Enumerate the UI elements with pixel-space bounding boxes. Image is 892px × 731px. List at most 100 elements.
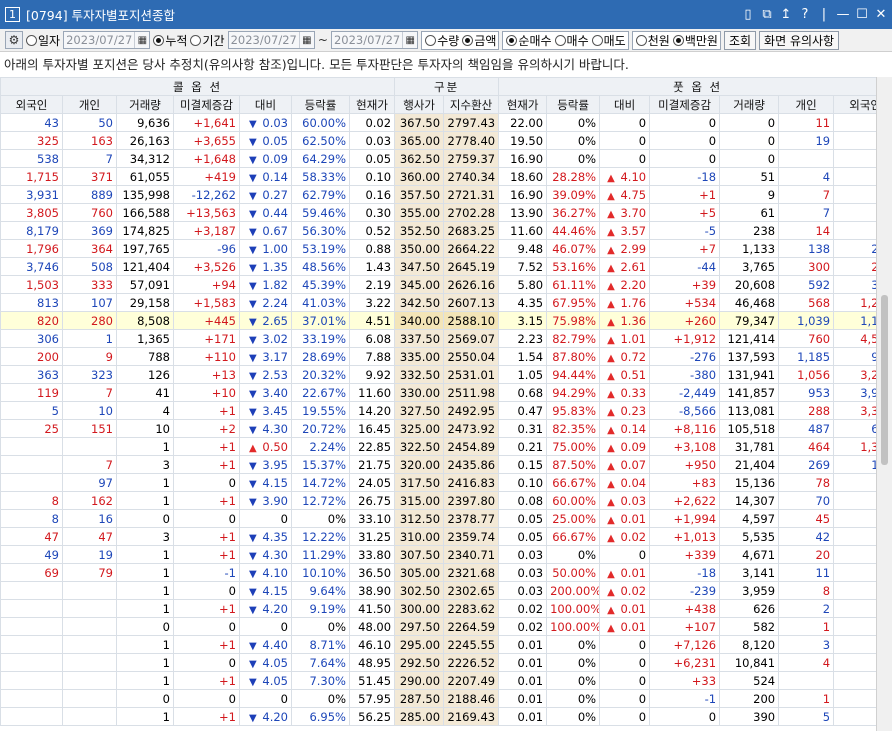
column-header[interactable]: 미결제증감 [649, 95, 721, 114]
table-row[interactable]: 3,746 508 121,404 +3,526 ▼ 1.35 48.56% 1.43 347.… [0, 257, 892, 276]
strike-price-cell: 362.50 [394, 149, 445, 168]
table-row[interactable]: 47 47 3 +1 ▼ 4.35 12.22% 31.25 310.00 2359.74 0.05… [0, 527, 892, 546]
change-value: 2.24 [262, 295, 288, 310]
down-arrow-icon: ▼ [249, 190, 257, 202]
call-rate-cell: 10.10% [291, 563, 350, 582]
table-row[interactable]: 49 19 1 +1 ▼ 4.30 11.29% 33.80 307.50 2340.71 0.03… [0, 545, 892, 564]
vertical-scrollbar[interactable] [876, 77, 892, 731]
radio-cheonwon[interactable]: 천원 [635, 32, 670, 49]
table-row[interactable]: 1 +1 ▼ 4.40 8.71% 46.10 295.00 2245.55 0.01 0% 0 +7… [0, 635, 892, 654]
call-change-cell: ▼ 1.00 [239, 239, 292, 258]
put-rate-cell: 0% [546, 131, 601, 150]
table-row[interactable]: 1,503 333 57,091 +94 ▼ 1.82 45.39% 2.19 345.00 26… [0, 275, 892, 294]
radio-gigan[interactable]: 기간 [190, 32, 225, 49]
radio-suryang[interactable]: 수량 [425, 32, 459, 49]
table-row[interactable]: 1 +1 ▼ 4.20 6.95% 56.25 285.00 2169.43 0.01 0% 0 0 3… [0, 707, 892, 726]
table-row[interactable]: 1 +1 ▼ 4.20 9.19% 41.50 300.00 2283.62 0.02 100.0… [0, 599, 892, 618]
column-header[interactable]: 거래량 [719, 95, 780, 114]
put-volume-cell: 31,781 [719, 437, 780, 456]
table-row[interactable]: 8 162 1 +1 ▼ 3.90 12.72% 26.75 315.00 2397.80 0.08… [0, 491, 892, 510]
column-header[interactable]: 지수환산 [443, 95, 500, 114]
put-oi-change-cell: +2,622 [649, 491, 721, 510]
table-row[interactable]: 813 107 29,158 +1,583 ▼ 2.24 41.03% 3.22 342.50 2… [0, 293, 892, 312]
help-icon[interactable]: ? [798, 7, 812, 22]
table-row[interactable]: 43 50 9,636 +1,641 ▼ 0.03 60.00% 0.02 367.50 2797… [0, 113, 892, 132]
call-oi-change-cell: 0 [173, 689, 240, 708]
date-input-2[interactable]: 2023/07/27 ▦ [227, 31, 315, 49]
column-header[interactable]: 개인 [778, 95, 835, 114]
column-header[interactable]: 현재가 [498, 95, 548, 114]
radio-ilja[interactable]: 일자 [26, 32, 60, 49]
table-row[interactable]: 200 9 788 +110 ▼ 3.17 28.69% 7.88 335.00 2550.04 1… [0, 347, 892, 366]
table-row[interactable]: 119 7 41 +10 ▼ 3.40 22.67% 11.60 330.00 2511.98 0.… [0, 383, 892, 402]
column-header[interactable]: 대비 [239, 95, 292, 114]
table-row[interactable]: 69 79 1 -1 ▼ 4.10 10.10% 36.50 305.00 2321.68 0.03… [0, 563, 892, 582]
call-price-cell: 33.10 [348, 509, 396, 528]
radio-geumaek[interactable]: 금액 [462, 32, 496, 49]
radio-maesu[interactable]: 매수 [554, 32, 589, 49]
strike-price-cell: 302.50 [394, 581, 445, 600]
put-oi-change-cell: -276 [649, 347, 721, 366]
settings-button[interactable]: ⚙ [5, 31, 23, 49]
table-row[interactable]: 1 +1 ▼ 4.05 7.30% 51.45 290.00 2207.49 0.01 0% 0 +3… [0, 671, 892, 690]
column-header[interactable]: 미결제증감 [173, 95, 240, 114]
table-row[interactable]: 1 +1 ▲ 0.50 2.24% 22.85 322.50 2454.89 0.21 75.00… [0, 437, 892, 456]
strike-price-cell: 352.50 [394, 221, 445, 240]
date-input-1[interactable]: 2023/07/27 ▦ [63, 31, 151, 49]
put-volume-cell: 3,765 [719, 257, 780, 276]
table-row[interactable]: 1,715 371 61,055 +419 ▼ 0.14 58.33% 0.10 360.00 2… [0, 167, 892, 186]
column-header[interactable]: 등락률 [291, 95, 350, 114]
table-row[interactable]: 97 1 0 ▼ 4.15 14.72% 24.05 317.50 2416.83 0.10 66.… [0, 473, 892, 492]
table-row[interactable]: 325 163 26,163 +3,655 ▼ 0.05 62.50% 0.03 365.00 2… [0, 131, 892, 150]
call-individual-cell: 107 [62, 293, 117, 312]
column-header[interactable]: 대비 [599, 95, 651, 114]
column-header[interactable]: 현재가 [348, 95, 396, 114]
new-window-icon[interactable]: ⧉ [760, 7, 774, 22]
column-header[interactable]: 행사가 [394, 95, 445, 114]
column-header[interactable]: 거래량 [116, 95, 174, 114]
calendar-icon[interactable]: ▦ [298, 32, 314, 48]
put-change-cell: ▲ 1.36 [599, 311, 651, 330]
radio-nujeok[interactable]: 누적 [153, 32, 187, 49]
table-row[interactable]: 8 16 0 0 0 0% 33.10 312.50 2378.77 0.05 25.00% ▲ 0.0… [0, 509, 892, 528]
column-header[interactable]: 외국인 [0, 95, 63, 114]
minimize-icon[interactable]: — [836, 7, 850, 22]
table-row[interactable]: 306 1 1,365 +171 ▼ 3.02 33.19% 6.08 337.50 2569.0… [0, 329, 892, 348]
table-row[interactable]: 5 10 4 +1 ▼ 3.45 19.55% 14.20 327.50 2492.95 0.47 9… [0, 401, 892, 420]
table-row[interactable]: 3,805 760 166,588 +13,563 ▼ 0.44 59.46% 0.30 355… [0, 203, 892, 222]
table-row[interactable]: 1,796 364 197,765 -96 ▼ 1.00 53.19% 0.88 350.00 2… [0, 239, 892, 258]
help-notes-button[interactable]: 화면 유의사항 [759, 30, 840, 50]
call-rate-cell: 6.95% [291, 707, 350, 726]
table-row[interactable]: 1 0 ▼ 4.05 7.64% 48.95 292.50 2226.52 0.01 0% 0 +6,… [0, 653, 892, 672]
radio-sunmaesu[interactable]: 순매수 [506, 32, 552, 49]
column-header[interactable]: 개인 [62, 95, 117, 114]
table-row[interactable]: 1 0 ▼ 4.15 9.64% 38.90 302.50 2302.65 0.03 200.00… [0, 581, 892, 600]
table-row[interactable]: 0 0 0 0% 48.00 297.50 2264.59 0.02 100.00% ▲ 0.01 +… [0, 617, 892, 636]
table-row[interactable]: 25 151 10 +2 ▼ 4.30 20.72% 16.45 325.00 2473.92 0.… [0, 419, 892, 438]
table-row[interactable]: 0000%57.95287.502188.460.010%0-120012 [0, 689, 892, 708]
call-individual-cell: 162 [62, 491, 117, 510]
table-row[interactable]: 7 3 +1 ▼ 3.95 15.37% 21.75 320.00 2435.86 0.15 87.… [0, 455, 892, 474]
query-button[interactable]: 조회 [723, 30, 757, 50]
radio-maedo[interactable]: 매도 [591, 32, 626, 49]
call-change-cell: 0 [239, 617, 292, 636]
pin-icon[interactable]: ↥ [779, 7, 793, 22]
table-row[interactable]: 363 323 126 +13 ▼ 2.53 20.32% 9.92 332.50 2531.01… [0, 365, 892, 384]
scrollbar-thumb[interactable] [881, 295, 888, 465]
call-volume-cell: 10 [116, 419, 174, 438]
put-rate-cell: 0% [546, 545, 601, 564]
table-row[interactable]: 820 280 8,508 +445 ▼ 2.65 37.01% 4.51 340.00 2588… [0, 311, 892, 330]
radio-baekmanwon[interactable]: 백만원 [672, 32, 718, 49]
layout-icon[interactable]: ▯ [741, 7, 755, 22]
column-header[interactable]: 등락률 [546, 95, 601, 114]
table-row[interactable]: 538 7 34,312 +1,648 ▼ 0.09 64.29% 0.05 362.50 275… [0, 149, 892, 168]
options-grid[interactable]: 콜 옵 션 구분 풋 옵 션 외국인 개인 거래량 미결제증감 대비 등락률 현재가 행사가 지… [0, 77, 892, 731]
maximize-icon[interactable]: ☐ [855, 7, 869, 22]
calendar-icon[interactable]: ▦ [402, 32, 417, 48]
close-icon[interactable]: ✕ [874, 7, 888, 22]
table-row[interactable]: 3,931 889 135,998 -12,262 ▼ 0.27 62.79% 0.16 357… [0, 185, 892, 204]
calendar-icon[interactable]: ▦ [134, 32, 149, 48]
put-individual-cell: 953 [778, 383, 835, 402]
date-input-3[interactable]: 2023/07/27 ▦ [330, 31, 419, 49]
table-row[interactable]: 8,179 369 174,825 +3,187 ▼ 0.67 56.30% 0.52 352.… [0, 221, 892, 240]
